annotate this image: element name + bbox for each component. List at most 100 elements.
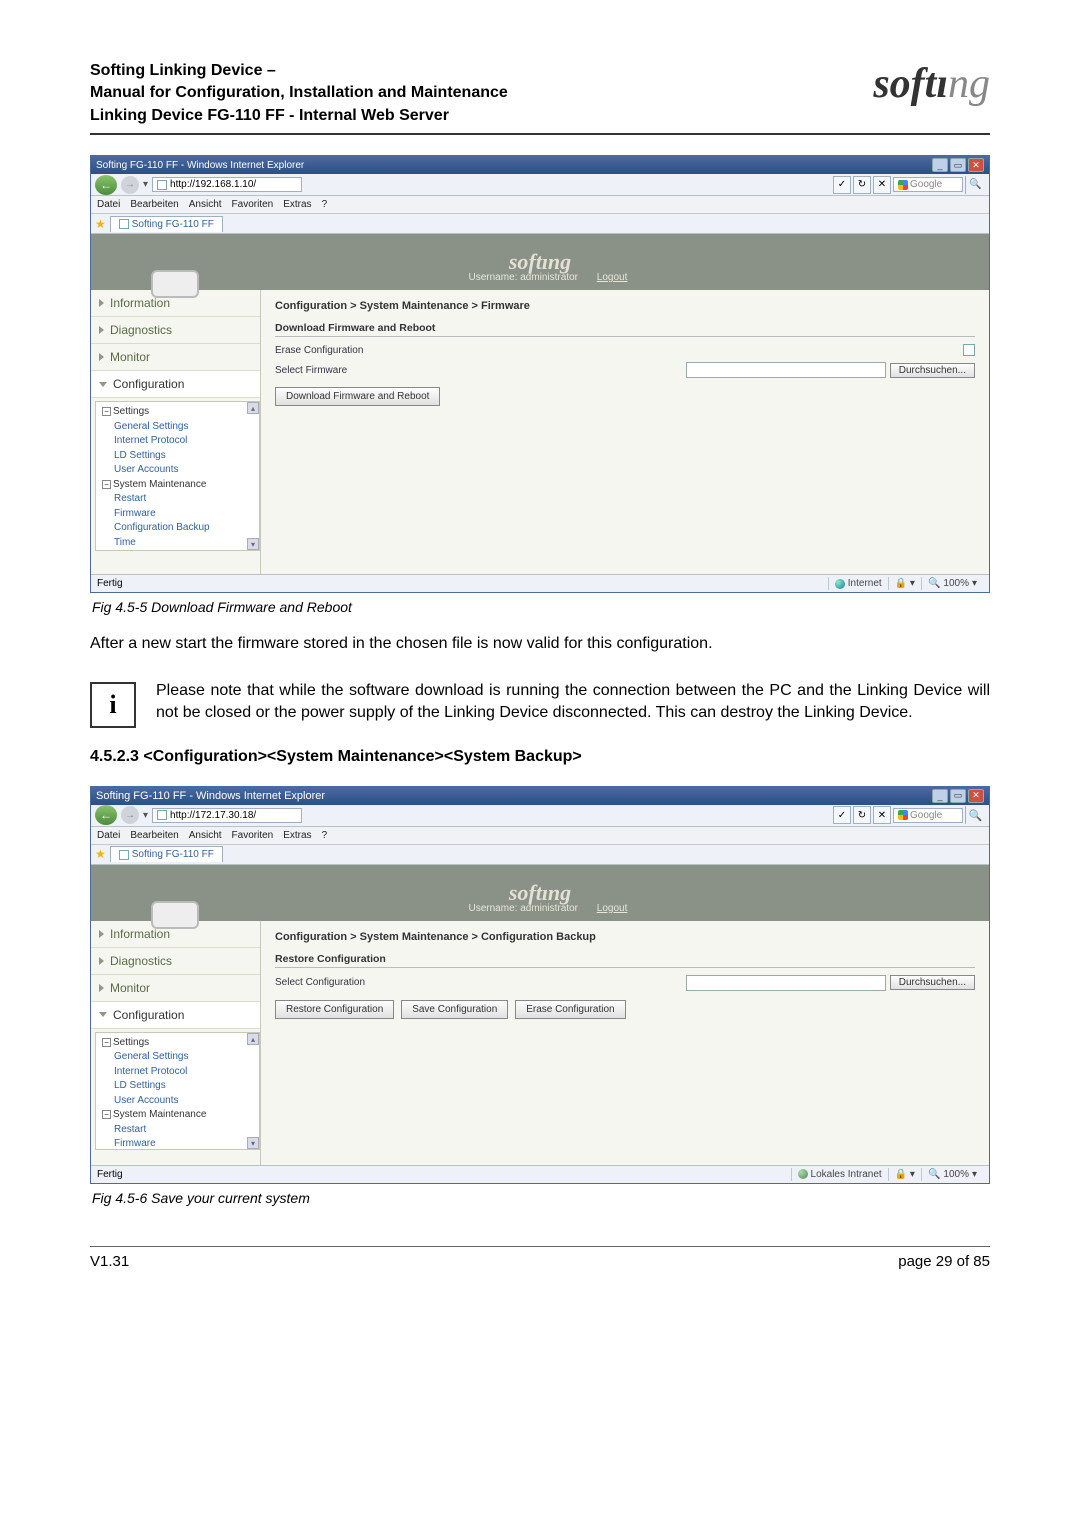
refresh-icon[interactable]: ↻ <box>853 176 871 194</box>
tree-node-settings[interactable]: −Settings <box>100 405 255 420</box>
tree-node-ip[interactable]: Internet Protocol <box>100 434 255 449</box>
breadcrumb: Configuration > System Maintenance > Fir… <box>275 300 975 312</box>
nav-dropdown-icon[interactable]: ▾ <box>143 810 148 821</box>
menu-ansicht[interactable]: Ansicht <box>189 830 222 841</box>
browse-button[interactable]: Durchsuchen... <box>890 363 975 378</box>
collapse-icon[interactable]: − <box>102 480 111 489</box>
menu-bearbeiten[interactable]: Bearbeiten <box>130 830 178 841</box>
forward-icon[interactable]: → <box>121 176 139 194</box>
browse-button[interactable]: Durchsuchen... <box>890 975 975 990</box>
app-banner: softıng Username: administrator Logout <box>91 234 989 290</box>
address-bar[interactable]: http://172.17.30.18/ <box>152 808 302 823</box>
tree-node-sysmaint[interactable]: −System Maintenance <box>100 1108 255 1123</box>
dropdown-icon[interactable]: ✓ <box>833 806 851 824</box>
erase-config-button[interactable]: Erase Configuration <box>515 1000 625 1019</box>
address-bar[interactable]: http://192.168.1.10/ <box>152 177 302 192</box>
tree-node-general[interactable]: General Settings <box>100 1050 255 1065</box>
close-icon[interactable]: ✕ <box>968 789 984 803</box>
search-icon[interactable]: 🔍 <box>965 176 985 194</box>
tree-node-general[interactable]: General Settings <box>100 420 255 435</box>
menu-help[interactable]: ? <box>322 199 328 210</box>
browser-tab[interactable]: Softing FG-110 FF <box>110 846 223 862</box>
logout-link[interactable]: Logout <box>597 272 628 283</box>
scroll-up-icon[interactable]: ▴ <box>247 1033 259 1045</box>
info-text: Please note that while the software down… <box>156 680 990 725</box>
search-icon[interactable]: 🔍 <box>965 806 985 824</box>
sidebar-item-monitor[interactable]: Monitor <box>91 344 260 371</box>
ie-statusbar: Fertig Internet 🔒 ▾ 🔍 100% ▾ <box>91 574 989 592</box>
logout-link[interactable]: Logout <box>597 903 628 914</box>
favorites-icon[interactable]: ★ <box>95 847 106 861</box>
stop-icon[interactable]: ✕ <box>873 806 891 824</box>
search-input[interactable]: Google <box>893 177 963 192</box>
zoom-icon[interactable]: 🔍 <box>928 578 940 589</box>
restore-config-button[interactable]: Restore Configuration <box>275 1000 394 1019</box>
menu-datei[interactable]: Datei <box>97 199 120 210</box>
select-config-label: Select Configuration <box>275 977 475 988</box>
sidebar-item-monitor[interactable]: Monitor <box>91 975 260 1002</box>
back-icon[interactable]: ← <box>95 175 117 195</box>
tree-node-users[interactable]: User Accounts <box>100 463 255 478</box>
zoom-icon[interactable]: 🔍 <box>928 1169 940 1180</box>
zoom-level: 100% <box>943 1169 969 1180</box>
sidebar-item-configuration[interactable]: Configuration <box>91 1002 260 1029</box>
doc-header-line1: Softing Linking Device – <box>90 60 508 82</box>
menu-ansicht[interactable]: Ansicht <box>189 199 222 210</box>
back-icon[interactable]: ← <box>95 805 117 825</box>
collapse-icon[interactable]: − <box>102 1038 111 1047</box>
scroll-down-icon[interactable]: ▾ <box>247 538 259 550</box>
refresh-icon[interactable]: ↻ <box>853 806 871 824</box>
tree-node-sysmaint[interactable]: −System Maintenance <box>100 478 255 493</box>
status-text: Fertig <box>97 578 123 589</box>
menu-datei[interactable]: Datei <box>97 830 120 841</box>
close-icon[interactable]: ✕ <box>968 158 984 172</box>
firmware-file-input[interactable] <box>686 362 886 378</box>
ie-titlebar: Softing FG-110 FF - Windows Internet Exp… <box>91 156 989 174</box>
tree-node-ld[interactable]: LD Settings <box>100 1079 255 1094</box>
erase-config-checkbox[interactable] <box>963 344 975 356</box>
stop-icon[interactable]: ✕ <box>873 176 891 194</box>
menu-bearbeiten[interactable]: Bearbeiten <box>130 199 178 210</box>
tree-node-ld[interactable]: LD Settings <box>100 449 255 464</box>
download-reboot-button[interactable]: Download Firmware and Reboot <box>275 387 440 406</box>
tree-node-firmware[interactable]: Firmware <box>100 507 255 522</box>
scroll-up-icon[interactable]: ▴ <box>247 402 259 414</box>
page-icon <box>119 850 129 860</box>
menu-extras[interactable]: Extras <box>283 199 311 210</box>
browser-tab[interactable]: Softing FG-110 FF <box>110 216 223 232</box>
menu-favoriten[interactable]: Favoriten <box>232 199 274 210</box>
menu-extras[interactable]: Extras <box>283 830 311 841</box>
tree-node-backup[interactable]: Configuration Backup <box>100 521 255 536</box>
ie-tabbar: ★ Softing FG-110 FF <box>91 214 989 234</box>
search-input[interactable]: Google <box>893 808 963 823</box>
main-panel: Configuration > System Maintenance > Fir… <box>261 290 989 574</box>
sidebar-item-diagnostics[interactable]: Diagnostics <box>91 948 260 975</box>
tree-node-users[interactable]: User Accounts <box>100 1094 255 1109</box>
menu-favoriten[interactable]: Favoriten <box>232 830 274 841</box>
config-file-input[interactable] <box>686 975 886 991</box>
menu-help[interactable]: ? <box>322 830 328 841</box>
tree-node-settings[interactable]: −Settings <box>100 1036 255 1051</box>
collapse-icon[interactable]: − <box>102 407 111 416</box>
version-label: V1.31 <box>90 1253 129 1270</box>
tree-node-restart[interactable]: Restart <box>100 1123 255 1138</box>
tree-node-pageopt[interactable]: +Page Options <box>100 550 255 551</box>
tree-node-time[interactable]: Time <box>100 536 255 551</box>
minimize-icon[interactable]: _ <box>932 789 948 803</box>
dropdown-icon[interactable]: ✓ <box>833 176 851 194</box>
favorites-icon[interactable]: ★ <box>95 217 106 231</box>
scroll-down-icon[interactable]: ▾ <box>247 1137 259 1149</box>
tree-node-ip[interactable]: Internet Protocol <box>100 1065 255 1080</box>
forward-icon[interactable]: → <box>121 806 139 824</box>
save-config-button[interactable]: Save Configuration <box>401 1000 508 1019</box>
maximize-icon[interactable]: ▭ <box>950 789 966 803</box>
sidebar-item-diagnostics[interactable]: Diagnostics <box>91 317 260 344</box>
maximize-icon[interactable]: ▭ <box>950 158 966 172</box>
nav-dropdown-icon[interactable]: ▾ <box>143 179 148 190</box>
tree-node-firmware[interactable]: Firmware <box>100 1137 255 1150</box>
minimize-icon[interactable]: _ <box>932 158 948 172</box>
tree-node-restart[interactable]: Restart <box>100 492 255 507</box>
collapse-icon[interactable]: − <box>102 1110 111 1119</box>
sidebar-item-configuration[interactable]: Configuration <box>91 371 260 398</box>
google-icon <box>898 180 908 190</box>
